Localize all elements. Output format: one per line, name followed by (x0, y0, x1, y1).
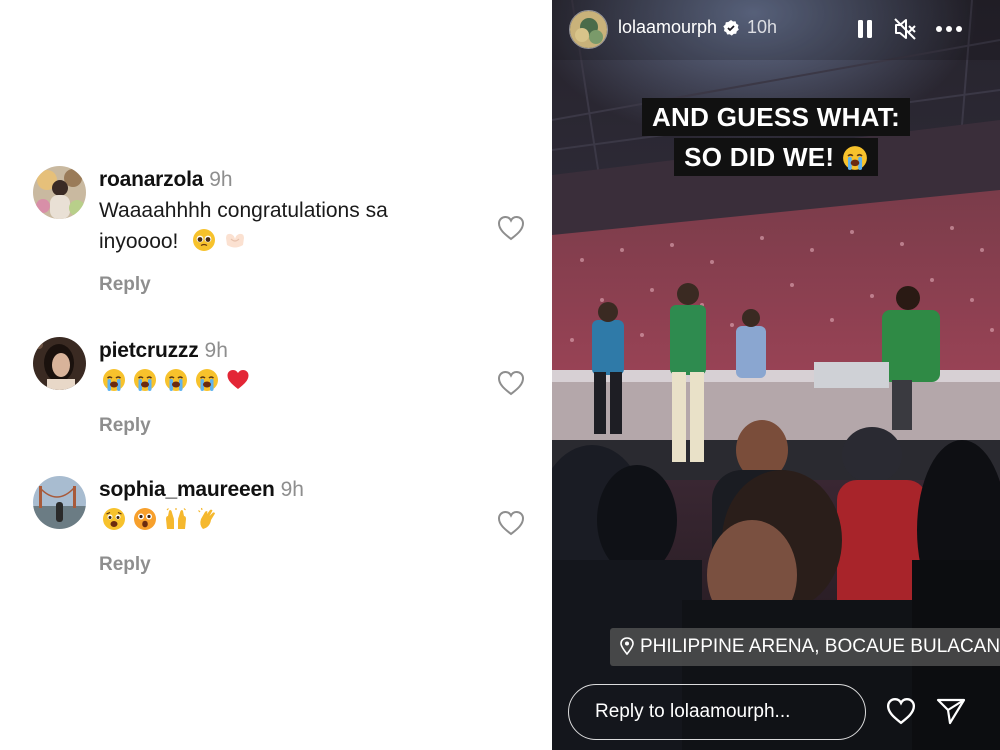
mute-icon[interactable] (892, 16, 918, 42)
story-caption-line-2: SO DID WE! (674, 138, 878, 176)
clapping-hands-emoji (195, 507, 219, 531)
story-reply-input[interactable]: Reply to lolaamourph... (568, 684, 866, 740)
comment-reply-link[interactable]: Reply (99, 415, 151, 437)
location-sticker[interactable]: PHILIPPINE ARENA, BOCAUE BULACAN (610, 628, 1000, 666)
comment-text (99, 366, 479, 397)
loudly-crying-face-emoji (842, 145, 868, 171)
location-pin-icon (620, 637, 634, 655)
like-heart-icon[interactable] (497, 215, 525, 241)
comment-header: pietcruzzz 9h (99, 338, 228, 364)
story-caption-line-2-text: SO DID WE! (684, 142, 835, 172)
comment-text (99, 505, 479, 536)
avatar[interactable] (33, 476, 86, 529)
comment-text-line-text: inyoooo! (99, 230, 179, 253)
like-heart-icon[interactable] (497, 510, 525, 536)
comment-time: 9h (209, 168, 233, 191)
comment-emoji-line (99, 366, 479, 397)
pleading-face-emoji (192, 228, 216, 252)
heart-hands-emoji (223, 228, 247, 252)
avatar[interactable] (33, 337, 86, 390)
story-caption-2: SO DID WE! (552, 138, 1000, 176)
avatar[interactable] (33, 166, 86, 219)
heart-icon[interactable] (886, 697, 916, 725)
comment-username[interactable]: sophia_maureeen (99, 478, 275, 501)
more-icon[interactable] (934, 20, 964, 38)
comment-text: Waaaahhhh congratulations sa inyoooo! (99, 195, 479, 257)
loudly-crying-face-emoji (102, 368, 126, 392)
comment-reply-link[interactable]: Reply (99, 274, 151, 296)
comment-time: 9h (280, 478, 304, 501)
loudly-crying-face-emoji (133, 368, 157, 392)
story-caption: AND GUESS WHAT: (552, 98, 1000, 136)
comment-time: 9h (204, 339, 228, 362)
story-viewer[interactable]: lolaamourph 10h AND GUESS WHAT: SO DID W… (552, 0, 1000, 750)
astonished-face-emoji (133, 507, 157, 531)
comments-panel: roanarzola 9h Waaaahhhh congratulations s… (0, 0, 552, 750)
story-time: 10h (747, 17, 778, 37)
red-heart-emoji (226, 368, 250, 392)
comment-header: sophia_maureeen 9h (99, 477, 304, 503)
location-text: PHILIPPINE ARENA, BOCAUE BULACAN (640, 636, 1000, 657)
comment-header: roanarzola 9h (99, 167, 233, 193)
comment-username[interactable]: roanarzola (99, 168, 203, 191)
comment-reply-link[interactable]: Reply (99, 554, 151, 576)
send-icon[interactable] (936, 697, 966, 725)
verified-badge-icon (722, 19, 740, 37)
story-caption-line-1: AND GUESS WHAT: (641, 98, 911, 136)
comment-emoji-line (99, 505, 479, 536)
comment-text-line: Waaaahhhh congratulations sa (99, 199, 388, 222)
loudly-crying-face-emoji (164, 368, 188, 392)
comment-text-line-2: inyoooo! (99, 226, 479, 257)
pause-icon[interactable] (855, 18, 875, 40)
story-header: lolaamourph 10h (552, 0, 1000, 60)
loudly-crying-face-emoji (195, 368, 219, 392)
story-username[interactable]: lolaamourph (618, 17, 717, 38)
anguished-face-emoji (102, 507, 126, 531)
story-avatar[interactable] (569, 10, 608, 49)
raising-hands-emoji (164, 507, 188, 531)
like-heart-icon[interactable] (497, 370, 525, 396)
comment-username[interactable]: pietcruzzz (99, 339, 199, 362)
